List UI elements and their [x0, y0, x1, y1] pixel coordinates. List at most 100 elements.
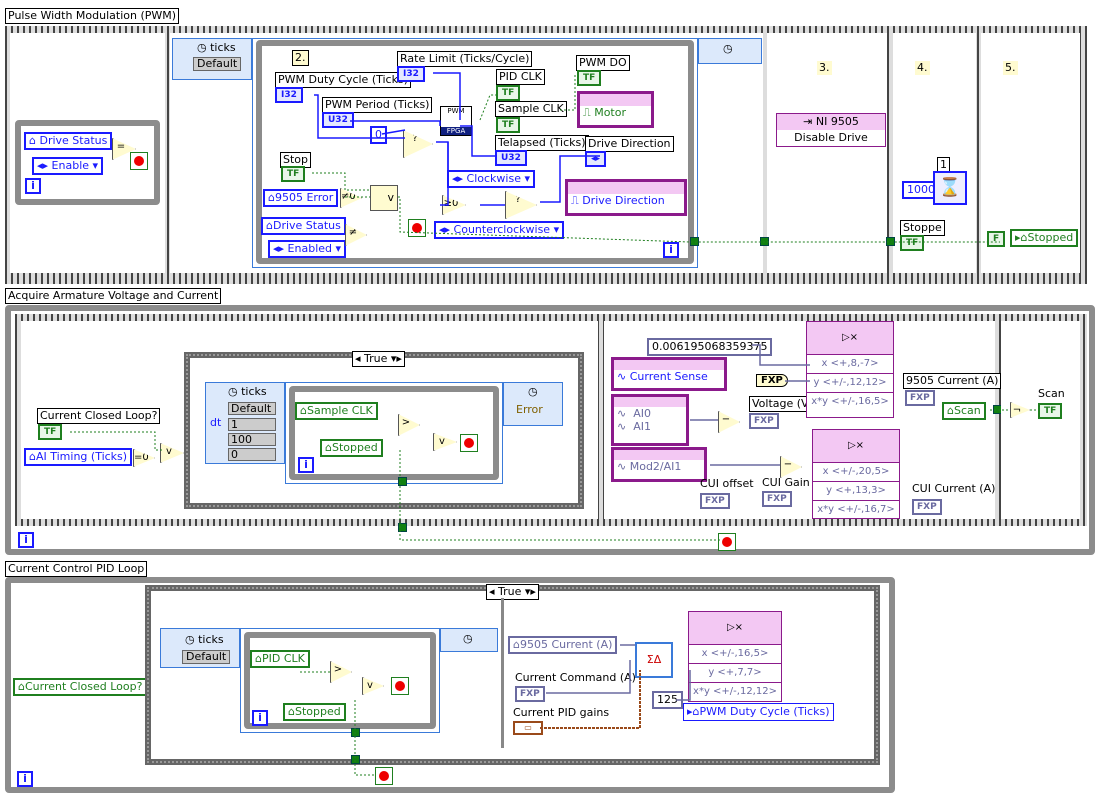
pid-timed-loop-output-node: ◷ [440, 628, 498, 652]
current-command-control[interactable]: FXP [515, 686, 545, 702]
pwm-duty-local[interactable]: ▸⌂PWM Duty Cycle (Ticks) [683, 703, 834, 721]
drive-direction-indicator: ◂▸ [585, 151, 607, 167]
enable-enum[interactable]: ◂▸ Enable ▾ [32, 157, 104, 175]
drive-status-local-2[interactable]: ⌂Drive Status [261, 217, 346, 235]
iteration-terminal: i [252, 710, 268, 726]
step-label-4: 4. [915, 61, 930, 75]
current-command-label: Current Command (A) [515, 671, 636, 684]
case-selector[interactable]: ◂ True ▾▸ [352, 351, 405, 367]
cui-current-label: CUI Current (A) [912, 482, 996, 495]
fxp-conversion: FXP [756, 374, 788, 387]
scan-label: Scan [1038, 387, 1065, 400]
iteration-terminal: i [17, 771, 33, 787]
acq-inner-loop [289, 386, 499, 480]
pid-gains-control[interactable]: ▭ [513, 721, 543, 735]
cui-offset-control[interactable]: FXP [700, 493, 730, 509]
current-9505-indicator: FXP [905, 390, 935, 406]
multiply-node-1: ▷× x <+,8,-7> y <+/-,12,12> x*y <+/-,16,5> [806, 321, 894, 418]
ai-io-node: ∿ AI0 ∿ AI1 [611, 394, 689, 446]
rate-limit-label: Rate Limit (Ticks/Cycle) [397, 51, 533, 67]
ticks-label: ◷ ticks [228, 385, 267, 398]
enabled-enum[interactable]: ◂▸ Enabled ▾ [268, 240, 347, 258]
tunnel [690, 237, 699, 246]
pwm-period-label: PWM Period (Ticks) [322, 97, 433, 113]
mod2-ai1-io-node: ∿ Mod2/AI1 [611, 447, 707, 482]
telapsed-label: Telapsed (Ticks) [495, 135, 589, 151]
drive-direction-label: Drive Direction [585, 136, 674, 152]
stopped-local-acq[interactable]: ⌂Stopped [320, 439, 383, 457]
acq-timed-loop-output-node: ◷ Error [503, 382, 563, 426]
error-9505-local[interactable]: ⌂9505 Error [263, 189, 339, 207]
stop-terminal-pid [391, 677, 409, 695]
current-sense-io-node: ∿ Current Sense [611, 357, 727, 391]
source-default[interactable]: Default [182, 650, 231, 664]
sample-clk-label: Sample CLK [495, 101, 567, 117]
tunnel [760, 237, 769, 246]
multiply-node-pid: ▷× x <+/-,16,5> y <+,7,7> x*y <+/-,12,12> [688, 611, 782, 702]
current-closed-loop-label: Current Closed Loop? [37, 408, 161, 424]
ticks-label: ◷ ticks [185, 633, 224, 646]
rate-limit-control[interactable]: I32 [397, 66, 425, 82]
pwm-period-control[interactable]: U32 [322, 112, 354, 128]
cui-current-indicator: FXP [912, 499, 942, 515]
voltage-indicator: FXP [749, 413, 779, 429]
drive-status-local[interactable]: ⌂ Drive Status [24, 132, 113, 150]
offset-value[interactable]: 100 [228, 433, 276, 446]
sample-clk-indicator: TF [496, 117, 521, 133]
pid-clk-indicator: TF [496, 85, 521, 101]
compound-or-primitive: v [370, 185, 398, 211]
stop-control[interactable]: TF [281, 166, 306, 182]
step-label-2: 2. [292, 50, 309, 66]
current-9505-label: 9505 Current (A) [903, 373, 1002, 389]
motor-io-node: ⎍ Motor [577, 91, 654, 128]
tunnel [886, 237, 895, 246]
stopped-label: Stoppe [900, 220, 945, 236]
iteration-terminal: i [18, 532, 34, 548]
stop-terminal-acq [460, 434, 478, 452]
pid-clk-label: PID CLK [496, 69, 545, 85]
constant-125: 125 [652, 691, 683, 709]
pid-clk-local[interactable]: ⌂PID CLK [250, 650, 310, 668]
case-divider [501, 598, 504, 748]
iteration-terminal-pwm: i [663, 242, 679, 258]
source-default[interactable]: Default [228, 402, 276, 415]
counterclockwise-enum[interactable]: ◂▸ Counterclockwise ▾ [434, 221, 565, 239]
drive-direction-io-node: ⎍ Drive Direction [565, 179, 687, 216]
timing-source-default[interactable]: Default [193, 57, 242, 71]
step-label-3: 3. [817, 61, 832, 75]
stopped-local-pid[interactable]: ⌂Stopped [283, 703, 346, 721]
timed-loop-output-node: ◷ [698, 38, 762, 64]
section-label-pwm: Pulse Width Modulation (PWM) [5, 8, 180, 24]
tunnel [351, 728, 360, 737]
pwm-duty-control[interactable]: I32 [275, 87, 303, 103]
false-constant: F [987, 231, 1006, 247]
pwm-duty-label: PWM Duty Cycle (Ticks) [275, 72, 411, 88]
dt-label: dt [210, 416, 222, 429]
stop-terminal-acquire [718, 533, 736, 551]
stop-terminal-pwm [408, 219, 426, 237]
priority-value[interactable]: 0 [228, 448, 276, 461]
cui-gain-control[interactable]: FXP [762, 491, 792, 507]
current-closed-loop-control[interactable]: TF [38, 424, 63, 440]
sample-clk-local[interactable]: ⌂Sample CLK [295, 402, 378, 420]
current-9505-local[interactable]: ⌂9505 Current (A) [508, 636, 618, 654]
tunnel [351, 755, 360, 764]
pid-gains-label: Current PID gains [513, 706, 610, 719]
case-selector-pid[interactable]: ◂ True ▾▸ [486, 584, 539, 600]
scan-local[interactable]: ⌂Scan [942, 402, 986, 420]
iteration-terminal: i [298, 457, 314, 473]
zero-constant: 0 [370, 126, 387, 144]
ticks-label: ◷ ticks [197, 41, 236, 54]
wait-hourglass-icon: ⌛ [933, 171, 967, 205]
stopped-local[interactable]: ▸⌂Stopped [1010, 229, 1079, 247]
section-label-pid: Current Control PID Loop [5, 561, 148, 577]
stop-terminal-pid-outer [375, 767, 393, 785]
dt-value[interactable]: 1 [228, 418, 276, 431]
current-closed-loop-local[interactable]: ⌂Current Closed Loop? [13, 678, 148, 696]
scale-constant: 0.006195068359375 [647, 338, 773, 356]
disable-drive-node: ⇥ NI 9505 Disable Drive [776, 113, 886, 147]
clockwise-enum[interactable]: ◂▸ Clockwise ▾ [447, 170, 536, 188]
ai-timing-local[interactable]: ⌂AI Timing (Ticks) [24, 448, 133, 466]
tunnel [398, 523, 407, 532]
iteration-terminal: i [25, 178, 41, 194]
